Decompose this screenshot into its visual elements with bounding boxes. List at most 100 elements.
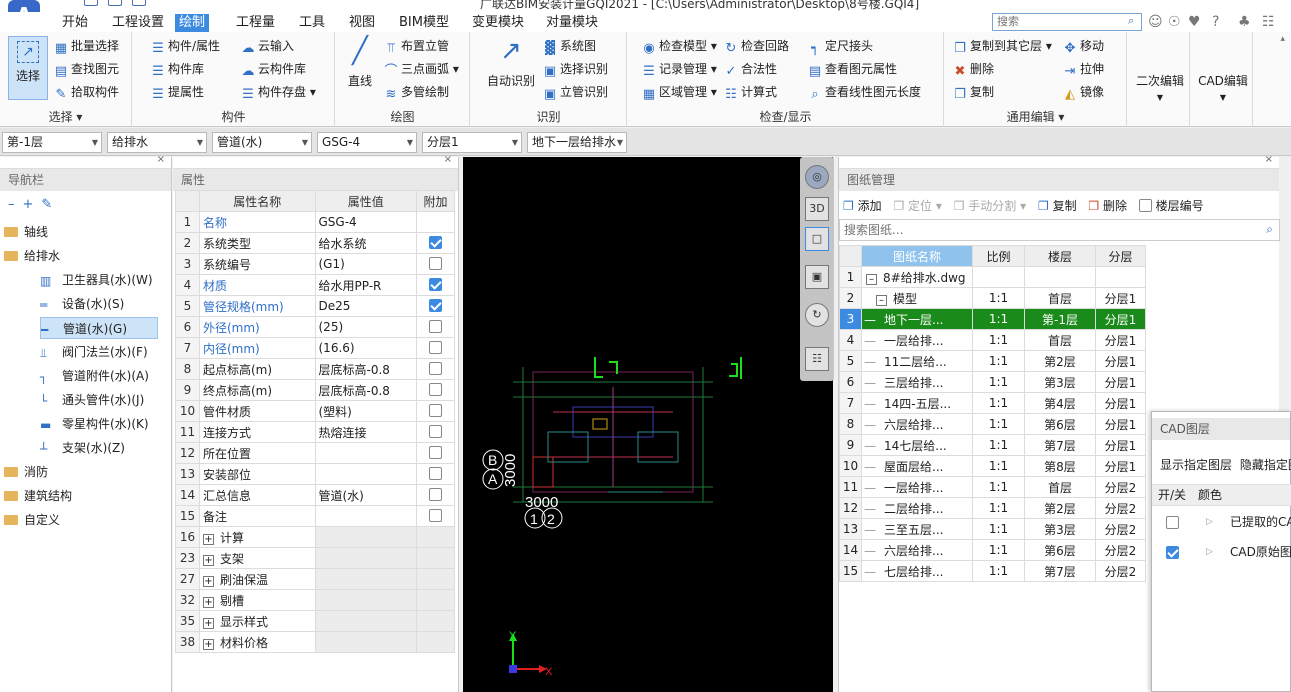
orbit-icon[interactable]: ◎	[805, 165, 829, 189]
drawing-layer[interactable]	[1095, 266, 1146, 288]
attr-group[interactable]: + 材料价格	[198, 631, 316, 653]
close-icon[interactable]: ×	[444, 154, 452, 165]
drawing-floor[interactable]: 第2层	[1024, 350, 1096, 372]
drawing-layer[interactable]: 分层1	[1095, 329, 1146, 351]
drawing-layer[interactable]: 分层1	[1095, 455, 1146, 477]
manual-split-button[interactable]: ❐ 手动分割 ▾	[954, 199, 1026, 213]
collapse-ribbon-icon[interactable]: ▴	[1280, 34, 1285, 44]
extra-checkbox[interactable]	[429, 341, 443, 354]
drawing-row[interactable]: 11— 一层给排... 1:1 首层 分层2	[839, 476, 1146, 498]
attr-value[interactable]: GSG-4	[314, 211, 418, 233]
discipline-combo[interactable]: 给排水 ▼	[107, 132, 207, 153]
riser-identify-button[interactable]: ▣ 立管识别	[543, 82, 608, 102]
drawing-row[interactable]: 10— 屋面层给... 1:1 第8层 分层1	[839, 455, 1146, 477]
cad-edit-button[interactable]: CAD编辑 ▼	[1195, 72, 1251, 103]
bell-icon[interactable]: ☉	[1168, 14, 1181, 30]
extra-checkbox[interactable]	[429, 467, 443, 480]
nav-item[interactable]: ⫫ 阀门法兰(水)(F)	[40, 341, 148, 363]
attr-value[interactable]	[314, 505, 418, 527]
col-drawing-name[interactable]: 图纸名称	[861, 245, 973, 267]
pick-component-button[interactable]: ✎ 拾取构件	[54, 82, 119, 102]
drawing-layer[interactable]: 分层2	[1095, 476, 1146, 498]
system-diagram-button[interactable]: ▓ 系统图	[543, 36, 596, 56]
formula-button[interactable]: ☷ 计算式	[724, 82, 777, 102]
component-attr-button[interactable]: ☰ 构件/属性	[151, 36, 220, 56]
menu-8[interactable]: 对量模块	[542, 14, 602, 32]
cad-layer-row[interactable]: ▷ 已提取的CA	[1152, 508, 1291, 536]
drawing-floor[interactable]: 第3层	[1024, 518, 1096, 540]
nav-item[interactable]: ▬ 零星构件(水)(K)	[40, 413, 149, 435]
delete-drawing-button[interactable]: ❐ 删除	[1088, 199, 1127, 213]
3d-view-icon[interactable]: 3D	[805, 197, 829, 221]
drawing-floor[interactable]: 首层	[1024, 287, 1096, 309]
attr-group-row[interactable]: 16 + 计算	[175, 526, 455, 548]
col-scale[interactable]: 比例	[972, 245, 1025, 267]
drawing-layer[interactable]: 分层1	[1095, 413, 1146, 435]
menu-4[interactable]: 工具	[295, 14, 329, 32]
drawing-floor[interactable]	[1024, 266, 1096, 288]
cloud-input-button[interactable]: ☁ 云输入	[241, 36, 295, 56]
multi-pipe-button[interactable]: ≋ 多管绘制	[384, 82, 449, 102]
attr-value[interactable]: 管道(水)	[314, 484, 418, 506]
extra-checkbox[interactable]	[429, 425, 443, 438]
layer-toggle-checkbox[interactable]	[1166, 516, 1179, 529]
drawing-floor[interactable]: 第6层	[1024, 413, 1096, 435]
extra-checkbox[interactable]	[429, 257, 443, 270]
drawing-row[interactable]: 13— 三至五层... 1:1 第3层 分层2	[839, 518, 1146, 540]
attr-value[interactable]: 层底标高-0.8	[314, 358, 418, 380]
drawing-floor[interactable]: 第-1层	[1024, 308, 1096, 330]
cube-view-icon[interactable]: ▣	[805, 265, 829, 289]
drawing-layer[interactable]: 分层1	[1095, 434, 1146, 456]
attr-group-row[interactable]: 35 + 显示样式	[175, 610, 455, 632]
layer-combo[interactable]: 分层1 ▼	[422, 132, 522, 153]
nav-folder[interactable]: 给排水	[4, 245, 60, 267]
secondary-edit-button[interactable]: 二次编辑 ▼	[1132, 72, 1188, 103]
search-icon[interactable]: ⌕	[1128, 14, 1134, 28]
line-button[interactable]: ╱ 直线	[340, 36, 380, 89]
drawing-canvas[interactable]: B A 3000 3000 1 2 Y X	[463, 157, 833, 692]
drawing-row[interactable]: 7—14四-五层... 1:1 第4层 分层1	[839, 392, 1146, 414]
collapse-all-icon[interactable]: –	[8, 197, 23, 212]
attr-row[interactable]: 12 所在位置	[175, 442, 455, 464]
menu-5[interactable]: 视图	[345, 14, 379, 32]
drawing-layer[interactable]: 分层1	[1095, 392, 1146, 414]
drawing-floor[interactable]: 首层	[1024, 476, 1096, 498]
drawing-layer[interactable]: 分层2	[1095, 560, 1146, 582]
drawing-row[interactable]: 12— 二层给排... 1:1 第2层 分层2	[839, 497, 1146, 519]
attr-row[interactable]: 3 系统编号 (G1)	[175, 253, 455, 275]
menu-0[interactable]: 开始	[58, 14, 92, 32]
attr-group[interactable]: + 显示样式	[198, 610, 316, 632]
drawing-floor[interactable]: 第6层	[1024, 539, 1096, 561]
attr-row[interactable]: 6 外径(mm) (25)	[175, 316, 455, 338]
component-type-combo[interactable]: 管道(水) ▼	[212, 132, 312, 153]
menu-3[interactable]: 工程量	[232, 14, 279, 32]
drawing-floor[interactable]: 第8层	[1024, 455, 1096, 477]
expand-icon[interactable]: +	[202, 638, 214, 650]
stretch-button[interactable]: ⇥ 拉伸	[1063, 59, 1104, 79]
copy-to-floor-button[interactable]: ❐ 复制到其它层 ▾	[953, 36, 1052, 56]
attr-group-row[interactable]: 27 + 刷油保温	[175, 568, 455, 590]
attr-row[interactable]: 11 连接方式 热熔连接	[175, 421, 455, 443]
drawing-row[interactable]: 1–8#给排水.dwg	[839, 266, 1146, 288]
extra-checkbox[interactable]	[429, 488, 443, 501]
check-model-button[interactable]: ◉ 检查模型 ▾	[642, 36, 717, 56]
region-manage-button[interactable]: ▦ 区域管理 ▾	[642, 82, 717, 102]
drawing-row[interactable]: 8— 六层给排... 1:1 第6层 分层1	[839, 413, 1146, 435]
attr-row[interactable]: 1 名称 GSG-4	[175, 211, 455, 233]
drawing-floor[interactable]: 首层	[1024, 329, 1096, 351]
user-icon[interactable]: ☺	[1148, 14, 1163, 30]
select-identify-button[interactable]: ▣ 选择识别	[543, 59, 608, 79]
attr-row[interactable]: 8 起点标高(m) 层底标高-0.8	[175, 358, 455, 380]
nav-item[interactable]: ▥ 卫生器具(水)(W)	[40, 269, 153, 291]
extra-checkbox[interactable]	[429, 362, 443, 375]
attr-group[interactable]: + 支架	[198, 547, 316, 569]
drawing-layer[interactable]: 分层1	[1095, 287, 1146, 309]
extra-checkbox[interactable]	[429, 299, 443, 312]
drawing-floor[interactable]: 第2层	[1024, 497, 1096, 519]
cloud-library-button[interactable]: ☁ 云构件库	[241, 59, 307, 79]
quick-access-icon[interactable]	[84, 0, 98, 6]
delete-button[interactable]: ✖ 删除	[953, 59, 994, 79]
attr-value[interactable]: 层底标高-0.8	[314, 379, 418, 401]
nav-item[interactable]: └ 通头管件(水)(J)	[40, 389, 144, 411]
select-button[interactable]: ↗ 选择	[8, 36, 48, 100]
